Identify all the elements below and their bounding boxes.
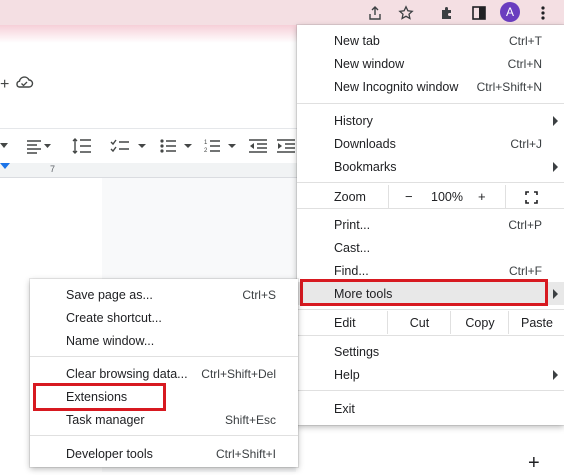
ruler-number: 7 — [50, 164, 56, 174]
docs-ruler: 7 — [0, 163, 300, 178]
chevron-right-icon — [553, 115, 558, 126]
menu-item-zoom: Zoom − 100% + — [297, 185, 564, 208]
menu-item-new-incognito[interactable]: New Incognito window Ctrl+Shift+N — [297, 75, 564, 98]
paste-button[interactable]: Paste — [508, 311, 564, 334]
menu-divider — [30, 356, 298, 357]
menu-divider — [297, 208, 564, 209]
extensions-puzzle-icon[interactable] — [436, 2, 458, 24]
zoom-out-button[interactable]: − — [405, 189, 413, 204]
menu-item-settings[interactable]: Settings — [297, 340, 564, 363]
page-background — [296, 420, 564, 472]
align-icon[interactable] — [26, 135, 52, 157]
bulleted-list-icon[interactable] — [160, 135, 196, 157]
sidebar-icon[interactable] — [468, 2, 490, 24]
submenu-item-task-manager[interactable]: Task manager Shift+Esc — [30, 408, 298, 431]
add-icon[interactable]: + — [0, 76, 9, 94]
menu-item-bookmarks[interactable]: Bookmarks — [297, 155, 564, 178]
menu-item-new-window[interactable]: New window Ctrl+N — [297, 52, 564, 75]
docs-action-row: + — [0, 70, 300, 100]
menu-item-downloads[interactable]: Downloads Ctrl+J — [297, 132, 564, 155]
menu-item-exit[interactable]: Exit — [297, 397, 564, 420]
zoom-level: 100% — [431, 189, 463, 204]
checklist-icon[interactable] — [110, 135, 150, 157]
chevron-right-icon — [553, 161, 558, 172]
menu-item-cast[interactable]: Cast... — [297, 236, 564, 259]
zoom-in-button[interactable]: + — [478, 189, 486, 204]
menu-divider — [297, 103, 564, 104]
more-vert-icon[interactable] — [532, 2, 554, 24]
cut-button[interactable]: Cut — [387, 311, 451, 334]
dropdown-arrow-icon[interactable] — [0, 135, 8, 157]
menu-item-help[interactable]: Help — [297, 363, 564, 386]
more-tools-submenu: Save page as... Ctrl+S Create shortcut..… — [30, 279, 298, 467]
menu-divider — [30, 435, 298, 436]
numbered-list-icon[interactable]: 12 — [204, 135, 240, 157]
submenu-item-name-window[interactable]: Name window... — [30, 329, 298, 352]
chevron-right-icon — [553, 288, 558, 299]
submenu-item-create-shortcut[interactable]: Create shortcut... — [30, 306, 298, 329]
menu-divider — [297, 309, 564, 310]
menu-divider — [297, 182, 564, 183]
indent-marker-icon[interactable] — [0, 163, 10, 171]
copy-button[interactable]: Copy — [450, 311, 509, 334]
fullscreen-icon[interactable] — [525, 191, 538, 204]
submenu-item-clear-data[interactable]: Clear browsing data... Ctrl+Shift+Del — [30, 362, 298, 385]
increase-indent-icon[interactable] — [276, 135, 296, 157]
chevron-right-icon — [553, 369, 558, 380]
menu-item-print[interactable]: Print... Ctrl+P — [297, 213, 564, 236]
profile-avatar[interactable]: A — [500, 2, 520, 22]
browser-toolbar: A — [0, 0, 564, 25]
share-icon[interactable] — [364, 2, 386, 24]
submenu-item-developer-tools[interactable]: Developer tools Ctrl+Shift+I — [30, 442, 298, 465]
cloud-saved-icon — [14, 74, 34, 95]
line-spacing-icon[interactable] — [72, 135, 92, 157]
decrease-indent-icon[interactable] — [248, 135, 268, 157]
highlight-box — [33, 383, 166, 411]
menu-item-edit: Edit Cut Copy Paste — [297, 311, 564, 334]
highlight-box — [300, 279, 548, 306]
svg-text:1: 1 — [204, 140, 208, 146]
menu-divider — [297, 390, 564, 391]
chrome-main-menu: New tab Ctrl+T New window Ctrl+N New Inc… — [297, 25, 564, 425]
submenu-item-save-page[interactable]: Save page as... Ctrl+S — [30, 283, 298, 306]
menu-item-new-tab[interactable]: New tab Ctrl+T — [297, 29, 564, 52]
menu-item-history[interactable]: History — [297, 109, 564, 132]
star-icon[interactable] — [395, 2, 417, 24]
docs-formatting-toolbar: 12 — [0, 128, 300, 164]
menu-divider — [297, 335, 564, 336]
docs-header-blur — [0, 25, 300, 43]
svg-text:2: 2 — [204, 148, 208, 154]
